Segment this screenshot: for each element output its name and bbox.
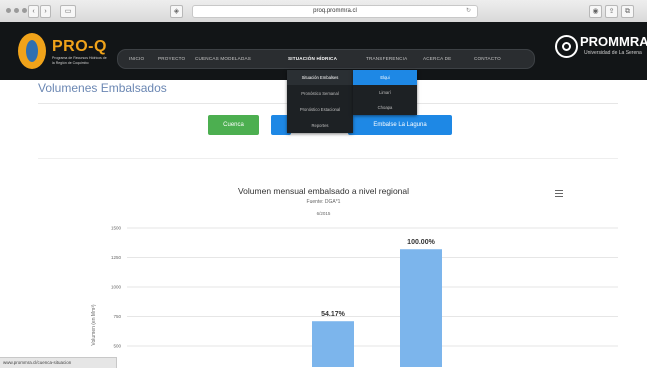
dropdown-item-estacional[interactable]: Pronóstico Estacional: [287, 102, 353, 117]
nav-item-transferencia[interactable]: TRANSFERENCIA: [366, 56, 407, 61]
chart-title: Volumen mensual embalsado a nivel region…: [237, 186, 410, 196]
y-tick-label: 500: [113, 344, 121, 349]
embalses-submenu: Elqui Limarí Choapa: [353, 70, 417, 115]
y-axis-label: Volumen (en Mm³): [91, 304, 97, 345]
bar-chart: 500 750 1000 1250 1500 54.17% 100.00% Volumen…: [91, 226, 618, 367]
tabs-icon[interactable]: ⧉: [621, 5, 634, 18]
dropdown-item-semanal[interactable]: Pronóstico Semanal: [287, 86, 353, 101]
forward-icon[interactable]: ›: [40, 5, 51, 18]
chart-bar[interactable]: [312, 321, 354, 367]
nav-item-situacion[interactable]: SITUACIÓN HÍDRICA: [288, 56, 337, 61]
browser-toolbar: ‹ › ▭ ◈ proq.prommra.cl ↻ ◉ ⇪ ⧉: [0, 0, 647, 23]
chart-subtitle: Fuente: DGA*1: [306, 199, 341, 205]
nav-item-contacto[interactable]: CONTACTO: [474, 56, 501, 61]
y-tick-label: 1250: [111, 255, 122, 260]
embalse-la-laguna-button[interactable]: Embalse La Laguna: [348, 115, 452, 135]
y-tick-label: 1000: [111, 285, 122, 290]
divider: [38, 158, 618, 159]
chart-menu-icon[interactable]: [555, 190, 563, 199]
dropdown-item-reportes[interactable]: Reportes: [287, 118, 353, 133]
submenu-item-choapa[interactable]: Choapa: [353, 100, 417, 115]
main-menu: INICIO PROYECTO CUENCAS MODELADAS SITUAC…: [117, 49, 535, 69]
nav-item-cuencas[interactable]: CUENCAS MODELADAS: [195, 56, 251, 61]
chart-bar[interactable]: [400, 249, 442, 367]
submenu-item-elqui[interactable]: Elqui: [353, 70, 417, 85]
partner-name[interactable]: PROMMRA: [580, 34, 647, 49]
address-bar[interactable]: proq.prommra.cl ↻: [192, 5, 478, 18]
minimize-window-icon[interactable]: [14, 8, 19, 13]
reload-icon[interactable]: ↻: [466, 6, 471, 17]
nav-item-acerca[interactable]: ACERCA DE: [423, 56, 451, 61]
back-icon[interactable]: ‹: [28, 5, 39, 18]
close-window-icon[interactable]: [6, 8, 11, 13]
brand-tagline: Programa de Recursos Hídricos de la Regi…: [52, 56, 107, 65]
situacion-dropdown: Situación Embalses Pronóstico Semanal Pr…: [287, 70, 353, 133]
page-title: Volumenes Embalsados: [38, 81, 167, 95]
dropdown-item-embalses[interactable]: Situación Embalses: [287, 70, 353, 85]
submenu-item-limari[interactable]: Limarí: [353, 85, 417, 100]
shield-icon[interactable]: ◈: [170, 5, 183, 18]
url-text: proq.prommra.cl: [313, 8, 357, 14]
zoom-window-icon[interactable]: [22, 8, 27, 13]
bar-data-label: 54.17%: [321, 311, 346, 318]
nav-item-inicio[interactable]: INICIO: [129, 56, 144, 61]
download-icon[interactable]: ◉: [589, 5, 602, 18]
pro-q-logo-icon[interactable]: [18, 33, 46, 69]
window-controls: [6, 8, 27, 13]
share-icon[interactable]: ⇪: [605, 5, 618, 18]
prommra-logo-icon[interactable]: [555, 35, 578, 58]
y-tick-label: 1500: [111, 226, 122, 231]
cuenca-button[interactable]: Cuenca: [208, 115, 259, 135]
partner-subtitle: Universidad de La Serena: [584, 50, 642, 56]
status-bar-url: www.prommra.cl/cuenca-situacion: [0, 357, 117, 368]
brand-name[interactable]: PRO-Q: [52, 38, 107, 56]
nav-item-proyecto[interactable]: PROYECTO: [158, 56, 185, 61]
y-tick-label: 750: [113, 314, 121, 319]
sidebar-icon[interactable]: ▭: [60, 5, 76, 18]
bar-data-label: 100.00%: [407, 239, 435, 246]
